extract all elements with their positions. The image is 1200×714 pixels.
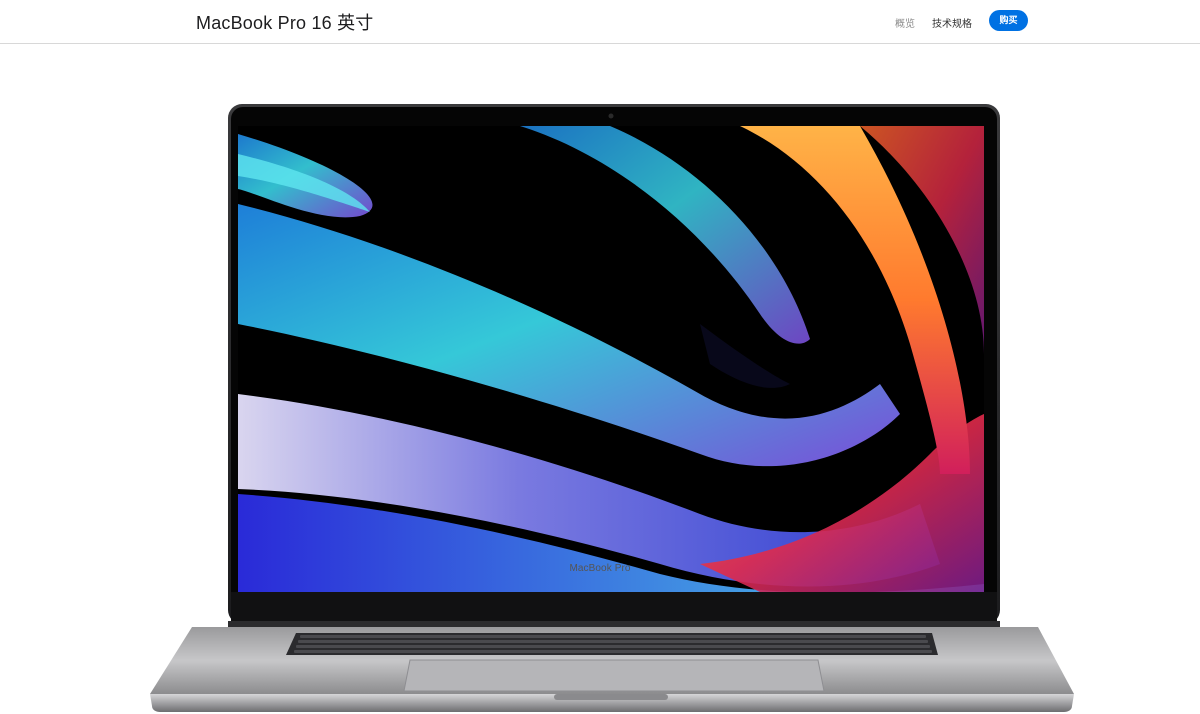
- nav-link-overview[interactable]: 概览: [895, 15, 915, 30]
- hero-section: [0, 44, 1200, 712]
- laptop-brand-label: MacBook Pro: [569, 563, 631, 574]
- buy-button[interactable]: 购买: [989, 10, 1028, 31]
- nav-link-tech-specs[interactable]: 技术规格: [932, 15, 972, 30]
- laptop-illustration: [150, 104, 1074, 712]
- product-nav-bar: MacBook Pro 16 英寸 概览 技术规格 购买: [0, 0, 1200, 44]
- product-title[interactable]: MacBook Pro 16 英寸: [196, 9, 373, 35]
